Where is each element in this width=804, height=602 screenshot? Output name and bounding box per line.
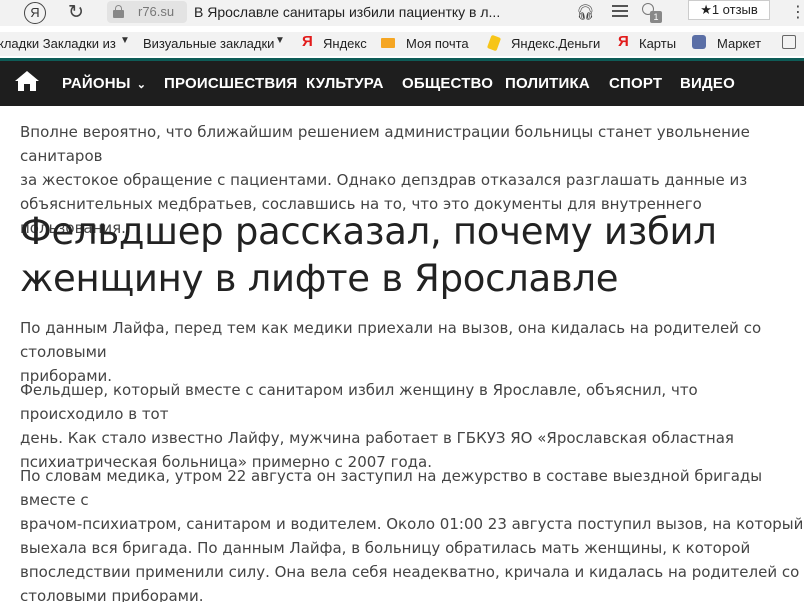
home-icon[interactable] bbox=[14, 70, 40, 92]
address-domain[interactable]: r76.su bbox=[138, 4, 174, 19]
article-paragraph: Фельдшер, который вместе с санитаром изб… bbox=[20, 381, 734, 471]
article-heading: Фельдшер рассказал, почему избил женщину… bbox=[20, 210, 717, 300]
chevron-down-icon[interactable]: ▼ bbox=[120, 35, 130, 46]
yandex-browser-button[interactable]: Я bbox=[24, 2, 46, 24]
reader-mode-icon[interactable] bbox=[612, 2, 628, 20]
chevron-down-icon: ⌄ bbox=[136, 79, 147, 91]
lock-icon[interactable] bbox=[113, 5, 124, 18]
bookmarks-bar: кладки Закладки из ▼ Визуальные закладки… bbox=[0, 32, 804, 56]
reload-icon[interactable]: ↻ bbox=[68, 1, 84, 23]
bookmark-visual[interactable]: Визуальные закладки bbox=[143, 36, 274, 51]
nav-item-politics[interactable]: ПОЛИТИКА bbox=[505, 75, 590, 92]
nav-item-incidents[interactable]: ПРОИСШЕСТВИЯ bbox=[164, 75, 297, 92]
chevron-down-icon[interactable]: ▼ bbox=[275, 35, 285, 46]
extension-icon[interactable]: 1 bbox=[642, 3, 662, 23]
site-navigation: РАЙОНЫ ⌄ ПРОИСШЕСТВИЯ КУЛЬТУРА ОБЩЕСТВО П… bbox=[0, 58, 804, 106]
nav-item-culture[interactable]: КУЛЬТУРА bbox=[306, 75, 384, 92]
bookmark-money[interactable]: Яндекс.Деньги bbox=[511, 36, 600, 51]
bookmark-folder-imported[interactable]: кладки Закладки из bbox=[0, 36, 116, 51]
yandex-icon: Я bbox=[302, 33, 313, 50]
nav-item-video[interactable]: ВИДЕО bbox=[680, 75, 735, 92]
headphones-icon[interactable]: 🎧︎ bbox=[576, 3, 595, 21]
page-title: В Ярославле санитары избили пациентку в … bbox=[194, 4, 501, 20]
bookmark-mail[interactable]: Моя почта bbox=[406, 36, 469, 51]
money-icon bbox=[486, 34, 502, 52]
market-icon bbox=[692, 35, 706, 49]
bookmark-folder-icon[interactable] bbox=[782, 35, 796, 49]
reviews-button[interactable]: ★1 отзыв bbox=[688, 0, 770, 20]
mail-icon bbox=[381, 38, 395, 48]
extension-badge: 1 bbox=[650, 11, 662, 23]
yandex-maps-icon: Я bbox=[618, 33, 629, 50]
browser-toolbar: Я ↻ r76.su В Ярославле санитары избили п… bbox=[0, 0, 804, 26]
nav-item-districts[interactable]: РАЙОНЫ ⌄ bbox=[62, 75, 146, 92]
bookmark-maps[interactable]: Карты bbox=[639, 36, 676, 51]
nav-item-sport[interactable]: СПОРТ bbox=[609, 75, 662, 92]
article-paragraph: По словам медика, утром 22 августа он за… bbox=[20, 467, 804, 602]
nav-item-society[interactable]: ОБЩЕСТВО bbox=[402, 75, 493, 92]
bookmark-market[interactable]: Маркет bbox=[717, 36, 761, 51]
bookmark-yandex[interactable]: Яндекс bbox=[323, 36, 367, 51]
more-icon[interactable]: ⋮ bbox=[790, 2, 804, 21]
